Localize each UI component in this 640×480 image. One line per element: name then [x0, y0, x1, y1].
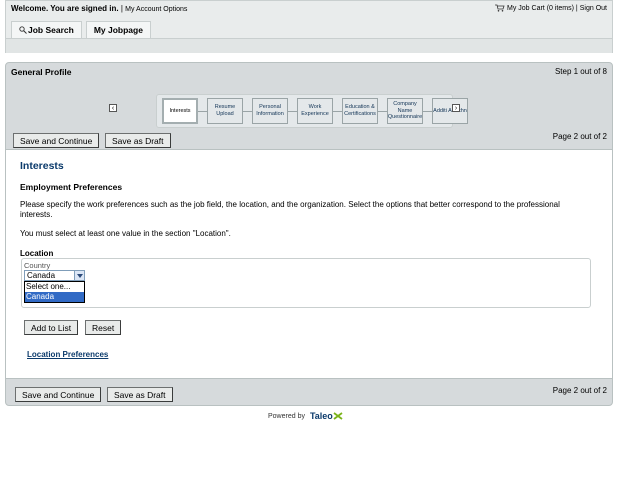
tab-strip [6, 38, 612, 53]
magnifier-icon [19, 26, 27, 34]
save-and-continue-button[interactable]: Save and Continue [13, 133, 100, 148]
add-to-list-button[interactable]: Add to List [24, 320, 79, 335]
country-label: Country [24, 261, 51, 270]
step-personal-information[interactable]: Personal Information [252, 98, 288, 124]
welcome-text: Welcome. You are signed in. [11, 4, 119, 13]
requirement-text: You must select at least one value in th… [20, 229, 231, 238]
step-indicator: Step 1 out of 8 [554, 67, 607, 76]
steps-row: Interests Resume Upload Personal Informa… [162, 98, 468, 124]
dropdown-option-selected[interactable]: Canada [25, 292, 84, 302]
separator: | [120, 4, 123, 13]
separator: | [575, 4, 578, 12]
previous-steps-arrow-icon[interactable]: ‹ [109, 104, 117, 112]
step-navigator: Interests Resume Upload Personal Informa… [156, 94, 468, 128]
save-and-continue-button[interactable]: Save and Continue [15, 387, 102, 402]
arrow-glyph: › [454, 104, 458, 112]
taleo-x-icon [333, 412, 343, 420]
step-connector [288, 110, 297, 112]
next-steps-arrow-icon[interactable]: › [452, 104, 460, 112]
general-profile-panel: General Profile Step 1 out of 8 ‹ Intere… [5, 62, 613, 406]
tab-bar: Job Search My Jobpage [11, 21, 151, 38]
location-preferences-link[interactable]: Location Preferences [27, 350, 108, 359]
page-info: Page 2 out of 2 [552, 386, 607, 395]
step-connector [198, 110, 207, 112]
tab-my-jobpage[interactable]: My Jobpage [85, 21, 151, 38]
step-connector [423, 110, 432, 112]
reset-button[interactable]: Reset [85, 320, 122, 335]
top-panel: Welcome. You are signed in. | My Account… [5, 0, 613, 53]
chevron-down-icon[interactable] [74, 271, 84, 280]
tab-label: My Jobpage [93, 25, 143, 35]
top-right-links: My Job Cart (0 items) | Sign Out [495, 4, 607, 12]
step-resume-upload[interactable]: Resume Upload [207, 98, 243, 124]
cart-icon[interactable] [495, 4, 505, 12]
sign-out-link[interactable]: Sign Out [580, 5, 607, 12]
panel-title: General Profile [11, 67, 72, 77]
content-area: Interests Employment Preferences Please … [6, 149, 612, 379]
step-company-questionnaire[interactable]: Company Name Questionnaire [387, 98, 423, 124]
step-interests[interactable]: Interests [162, 98, 198, 124]
save-as-draft-button[interactable]: Save as Draft [105, 133, 171, 148]
welcome-area: Welcome. You are signed in. | My Account… [11, 4, 187, 13]
location-label: Location [20, 249, 54, 258]
job-cart-link[interactable]: My Job Cart (0 items) [507, 5, 574, 12]
page-info: Page 2 out of 2 [552, 132, 607, 141]
subheading: Employment Preferences [20, 182, 123, 192]
taleo-brand-text: Taleo [309, 411, 333, 421]
location-box: Country Canada Select one... Canada [21, 258, 591, 308]
taleo-logo[interactable]: Taleo [310, 411, 343, 421]
my-account-options-link[interactable]: My Account Options [125, 6, 187, 13]
instructions-text: Please specify the work preferences such… [20, 200, 560, 219]
powered-by: Powered by Taleo [268, 411, 343, 421]
tab-job-search[interactable]: Job Search [11, 21, 82, 38]
section-heading: Interests [20, 160, 64, 172]
step-education-certifications[interactable]: Education & Certifications [342, 98, 378, 124]
bottom-button-bar: Save and Continue Save as Draft Page 2 o… [6, 386, 612, 404]
country-dropdown-list: Select one... Canada [24, 281, 85, 303]
step-work-experience[interactable]: Work Experience [297, 98, 333, 124]
top-button-bar: Save and Continue Save as Draft Page 2 o… [6, 132, 612, 150]
country-select-value: Canada [27, 271, 56, 280]
step-connector [378, 110, 387, 112]
save-as-draft-button[interactable]: Save as Draft [107, 387, 173, 402]
step-connector [333, 110, 342, 112]
country-select[interactable]: Canada [24, 270, 85, 281]
step-connector [243, 110, 252, 112]
arrow-glyph: ‹ [111, 104, 115, 112]
dropdown-option[interactable]: Select one... [25, 282, 84, 292]
step-additional-attachments[interactable]: Additi Attachn [432, 98, 468, 124]
powered-by-text: Powered by [268, 412, 305, 420]
tab-label: Job Search [28, 25, 74, 35]
